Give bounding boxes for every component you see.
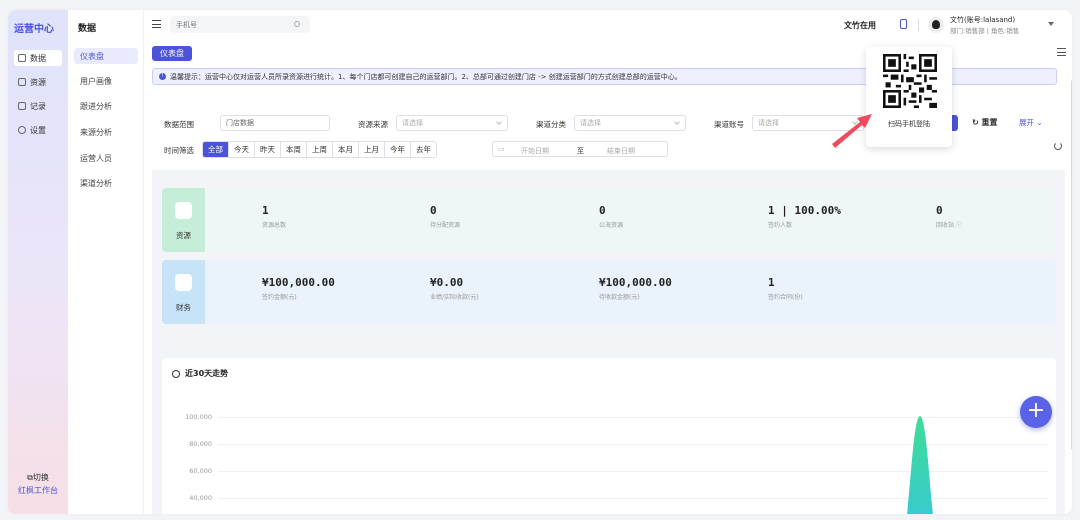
sub-item-operators[interactable]: 运营人员 bbox=[74, 150, 138, 166]
scrollbar[interactable] bbox=[1071, 80, 1072, 450]
reset-button[interactable]: ↻ 重置 bbox=[966, 115, 998, 131]
person-icon bbox=[175, 202, 192, 219]
start-date-input[interactable]: 开始日期 bbox=[521, 146, 549, 156]
refresh-icon: ↻ bbox=[972, 118, 982, 127]
avatar[interactable] bbox=[928, 17, 944, 33]
qr-code-icon[interactable] bbox=[883, 54, 937, 108]
sub-nav-title: 数据 bbox=[78, 24, 97, 34]
time-btn-yesterday[interactable]: 昨天 bbox=[255, 142, 281, 157]
rail-title: 运营中心 bbox=[14, 24, 54, 35]
nav-item-settings[interactable]: 设置 bbox=[14, 122, 62, 138]
user-name: 文竹(账号:lalasand) bbox=[950, 16, 1016, 24]
channel-type-label: 渠道分类 bbox=[536, 120, 566, 129]
trend-peak bbox=[907, 416, 933, 514]
trend-panel: 近30天走势 100,000 80,000 60,000 40,000 bbox=[162, 358, 1056, 514]
channel-account-label: 渠道账号 bbox=[714, 120, 744, 129]
stat-contracts: 1 签约合同(份) bbox=[768, 276, 803, 301]
time-btn-today[interactable]: 今天 bbox=[229, 142, 255, 157]
sub-item-channel-analysis[interactable]: 渠道分析 bbox=[74, 175, 138, 191]
chevron-down-icon: ⌄ bbox=[1034, 118, 1043, 127]
grid-icon bbox=[18, 78, 26, 86]
stat-received: ¥0.00 业绩/实际收款(元) bbox=[430, 276, 479, 301]
tab-dashboard[interactable]: 仪表盘 bbox=[152, 46, 192, 61]
nav-item-label: 资源 bbox=[30, 77, 46, 87]
finance-card: 财务 ¥100,000.00 签约金额(元) ¥0.00 业绩/实际收款(元) … bbox=[162, 260, 1056, 324]
nav-item-label: 数据 bbox=[30, 53, 46, 63]
time-btn-all[interactable]: 全部 bbox=[203, 142, 229, 157]
sub-item-source-analysis[interactable]: 来源分析 bbox=[74, 124, 138, 140]
nav-item-label: 记录 bbox=[30, 101, 46, 111]
primary-nav: 运营中心 数据 资源 记录 设置 ⧉切换 红枫工作台 bbox=[8, 10, 68, 514]
divider bbox=[918, 19, 919, 31]
list-menu-icon[interactable] bbox=[1057, 48, 1066, 56]
source-label: 资源来源 bbox=[358, 120, 388, 129]
stat-unassigned: 0 待分配资源 bbox=[430, 204, 461, 229]
chevron-down-icon bbox=[674, 119, 680, 125]
info-icon: ! bbox=[159, 73, 166, 80]
resource-card-side: 资源 bbox=[162, 188, 205, 252]
search-icon[interactable] bbox=[294, 21, 300, 27]
time-filter-group: 全部 今天 昨天 本周 上周 本月 上月 今年 去年 bbox=[202, 141, 437, 158]
end-date-input[interactable]: 结束日期 bbox=[607, 146, 635, 156]
stat-recycle-bin[interactable]: 0 回收站 ⓘ bbox=[936, 204, 962, 229]
user-role: 部门:销售部 | 角色:销售 bbox=[950, 27, 1020, 35]
nav-item-resources[interactable]: 资源 bbox=[14, 74, 62, 90]
chevron-down-icon[interactable] bbox=[1048, 22, 1054, 26]
scope-field[interactable]: 门店数据 bbox=[220, 115, 330, 131]
time-btn-last-week[interactable]: 上周 bbox=[307, 142, 333, 157]
time-btn-this-week[interactable]: 本周 bbox=[281, 142, 307, 157]
resource-card-label: 资源 bbox=[176, 231, 191, 240]
stat-public-pool: 0 公海资源 bbox=[599, 204, 624, 229]
time-btn-this-year[interactable]: 今年 bbox=[385, 142, 411, 157]
sub-item-dashboard[interactable]: 仪表盘 bbox=[74, 48, 138, 64]
mobile-login-icon[interactable] bbox=[900, 19, 907, 29]
finance-card-side: 财务 bbox=[162, 260, 205, 324]
resource-card: 资源 1 资源总数 0 待分配资源 0 公海资源 1 | 100.00% 签约人… bbox=[162, 188, 1056, 252]
switch-button[interactable]: ⧉切换 bbox=[8, 472, 68, 483]
time-btn-this-month[interactable]: 本月 bbox=[333, 142, 359, 157]
time-btn-last-month[interactable]: 上月 bbox=[359, 142, 385, 157]
phone-search-input[interactable] bbox=[170, 16, 310, 33]
menu-toggle-icon[interactable] bbox=[152, 20, 161, 28]
nav-item-label: 设置 bbox=[30, 125, 46, 135]
channel-type-select[interactable]: 请选择 bbox=[574, 115, 686, 131]
sub-nav: 数据 仪表盘 用户画像 跟进分析 来源分析 运营人员 渠道分析 bbox=[68, 10, 144, 514]
workspace-link[interactable]: 红枫工作台 bbox=[8, 485, 68, 496]
sub-item-user-profile[interactable]: 用户画像 bbox=[74, 73, 138, 89]
sub-item-followup-analysis[interactable]: 跟进分析 bbox=[74, 98, 138, 114]
stat-signed: 1 | 100.00% 签约人数 bbox=[768, 204, 841, 229]
chevron-down-icon bbox=[496, 119, 502, 125]
document-icon bbox=[18, 102, 26, 110]
stat-total-resources: 1 资源总数 bbox=[262, 204, 287, 229]
time-filter-label: 时间筛选 bbox=[164, 146, 194, 155]
scope-label: 数据范围 bbox=[164, 120, 194, 129]
refresh-icon[interactable] bbox=[1054, 142, 1062, 150]
data-icon bbox=[18, 54, 26, 62]
notice-text: 温馨提示：运营中心仅对运营人员所录资源进行统计。1、每个门店都可创建自己的运营部… bbox=[170, 72, 682, 81]
wallet-icon bbox=[175, 274, 192, 291]
finance-card-label: 财务 bbox=[176, 303, 191, 312]
gear-icon bbox=[18, 126, 26, 134]
date-range-separator: 至 bbox=[577, 147, 584, 155]
time-btn-last-year[interactable]: 去年 bbox=[411, 142, 436, 157]
annotation-arrow bbox=[832, 114, 872, 148]
calendar-icon: ▭ bbox=[498, 145, 505, 153]
add-button[interactable]: + bbox=[1020, 396, 1052, 428]
expand-button[interactable]: 展开 ⌄ bbox=[1019, 115, 1043, 131]
trend-chart bbox=[907, 416, 933, 514]
stat-signed-amount: ¥100,000.00 签约金额(元) bbox=[262, 276, 335, 301]
date-range-picker[interactable]: ▭ 开始日期 至 结束日期 bbox=[492, 141, 668, 157]
source-select[interactable]: 请选择 bbox=[396, 115, 508, 131]
nav-item-data[interactable]: 数据 bbox=[14, 50, 62, 66]
top-bar: 文竹在用 文竹(账号:lalasand) 部门:销售部 | 角色:销售 bbox=[144, 10, 1072, 42]
user-status: 文竹在用 bbox=[844, 21, 876, 30]
stat-pending-amount: ¥100,000.00 待收款金额(元) bbox=[599, 276, 672, 301]
app-window: 运营中心 数据 资源 记录 设置 ⧉切换 红枫工作台 数据 仪表盘 用户画像 跟… bbox=[8, 10, 1072, 514]
nav-item-records[interactable]: 记录 bbox=[14, 98, 62, 114]
